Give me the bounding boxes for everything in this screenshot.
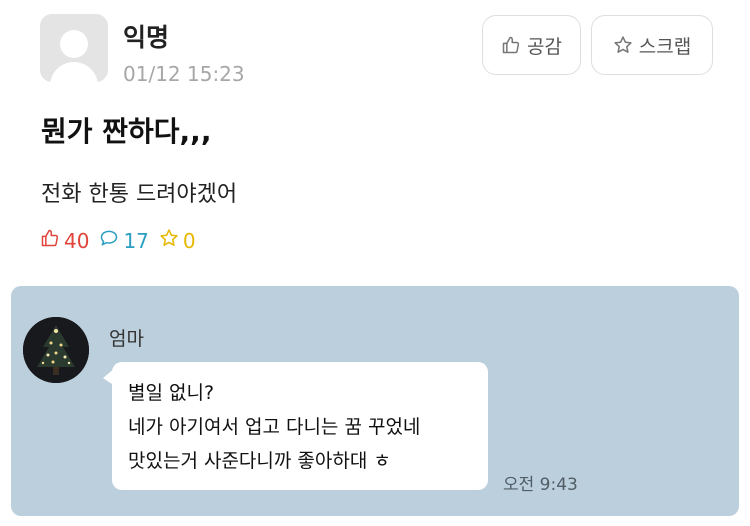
- like-count-value: 40: [64, 228, 90, 253]
- sender-avatar[interactable]: [23, 317, 89, 383]
- post-title: 뭔가 짠하다,,,: [41, 115, 212, 148]
- avatar-body: [50, 62, 98, 82]
- like-count: 40: [40, 228, 89, 253]
- post-body: 전화 한통 드려야겠어: [41, 182, 238, 207]
- star-icon: [159, 228, 179, 253]
- christmas-tree-icon: [23, 317, 89, 383]
- comment-count-value: 17: [123, 228, 149, 253]
- author-avatar[interactable]: [40, 14, 108, 82]
- chat-screenshot: 엄마 별일 없니? 네가 아기여서 업고 다니는 꿈 꾸었네 맛있는거 사준다니…: [11, 286, 739, 516]
- sender-name: 엄마: [109, 328, 144, 350]
- scrap-button-label: 스크랩: [638, 35, 692, 58]
- thumbs-up-icon: [501, 35, 521, 55]
- speech-bubble-icon: [99, 228, 119, 253]
- post-page: 익명 01/12 15:23 공감 스크랩 뭔가 짠하다,,, 전화 한통 드려…: [0, 0, 750, 526]
- date-divider: [296, 286, 446, 295]
- scrap-count-value: 0: [182, 228, 196, 253]
- star-icon: [613, 35, 633, 55]
- thumbs-up-icon: [40, 228, 60, 253]
- message-line: 별일 없니?: [128, 382, 215, 404]
- message-line: 네가 아기여서 업고 다니는 꿈 꾸었네: [128, 416, 421, 438]
- scrap-count: 0: [159, 228, 196, 253]
- scrap-button[interactable]: 스크랩: [591, 15, 713, 75]
- comment-count: 17: [99, 228, 149, 253]
- avatar-head: [60, 30, 88, 58]
- post-timestamp: 01/12 15:23: [123, 62, 245, 86]
- like-button[interactable]: 공감: [482, 15, 581, 75]
- post-stats: 40 17 0: [40, 228, 196, 253]
- message-time: 오전 9:43: [503, 475, 578, 495]
- message-line: 맛있는거 사준다니까 좋아하대 ㅎ: [128, 450, 391, 472]
- like-button-label: 공감: [527, 35, 562, 58]
- author-name: 익명: [123, 23, 170, 52]
- message-bubble[interactable]: 별일 없니? 네가 아기여서 업고 다니는 꿈 꾸었네 맛있는거 사준다니까 좋…: [112, 362, 488, 490]
